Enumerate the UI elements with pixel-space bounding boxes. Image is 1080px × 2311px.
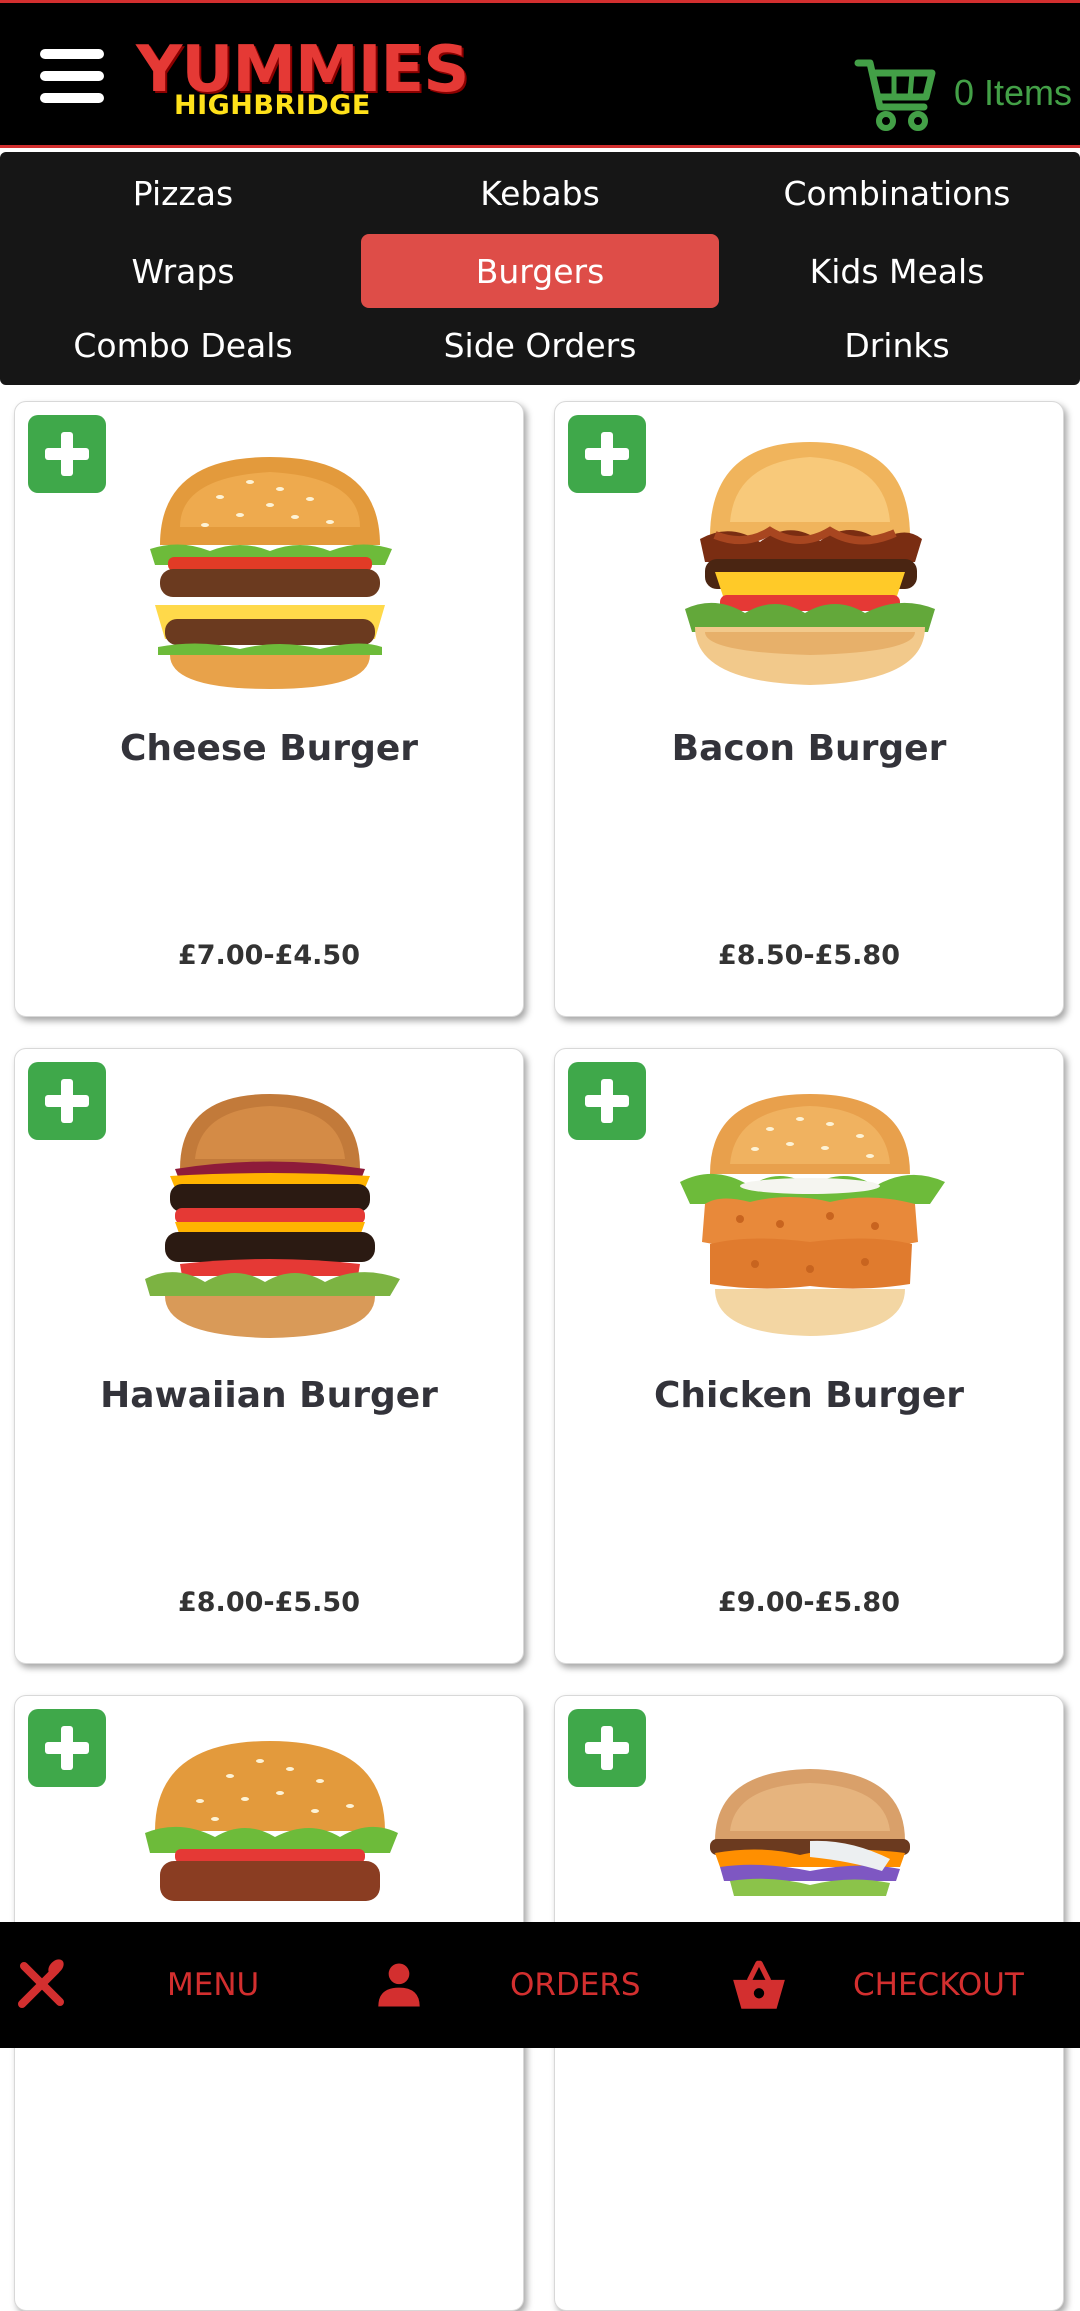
app-header: YUMMIES HIGHBRIDGE 0 Items	[0, 0, 1080, 148]
checkout-label: CHECKOUT	[853, 1967, 1024, 2003]
category-tab-wraps[interactable]: Wraps	[4, 234, 362, 308]
bottom-nav-menu-label[interactable]: MENU	[167, 1922, 259, 2048]
category-nav: Pizzas Kebabs Combinations Wraps Burgers…	[0, 152, 1080, 385]
product-price: £9.00-£5.80	[717, 1587, 900, 1618]
product-price: £8.50-£5.80	[717, 940, 900, 971]
add-to-cart-plus-icon[interactable]	[568, 415, 646, 493]
hamburger-menu-icon[interactable]	[40, 49, 104, 103]
product-card[interactable]: Hawaiian Burger £8.00-£5.50	[14, 1048, 524, 1664]
basket-icon	[733, 1960, 785, 2009]
cart-button[interactable]: 0 Items	[854, 51, 1072, 135]
person-icon	[378, 1963, 420, 2007]
logo-sub-text: HIGHBRIDGE	[174, 90, 371, 121]
hawaiian-burger-image	[145, 1094, 400, 1338]
bacon-burger-image	[685, 442, 935, 685]
category-tab-side-orders[interactable]: Side Orders	[361, 308, 719, 382]
orders-label: ORDERS	[510, 1967, 641, 2003]
product-name: Chicken Burger	[653, 1375, 965, 1416]
category-tab-pizzas[interactable]: Pizzas	[4, 156, 362, 230]
brand-logo[interactable]: YUMMIES HIGHBRIDGE	[136, 35, 469, 125]
bottom-nav-checkout[interactable]	[729, 1922, 789, 2048]
add-to-cart-plus-icon[interactable]	[28, 415, 106, 493]
bottom-nav: MENU ORDERS CHECKOUT	[0, 1922, 1080, 2048]
product-price: £8.00-£5.50	[177, 1587, 360, 1618]
category-tab-drinks[interactable]: Drinks	[718, 308, 1076, 382]
category-tab-kids-meals[interactable]: Kids Meals	[718, 234, 1076, 308]
menu-label: MENU	[167, 1967, 260, 2003]
category-tab-burgers[interactable]: Burgers	[361, 234, 719, 308]
add-to-cart-plus-icon[interactable]	[28, 1062, 106, 1140]
product-name: Hawaiian Burger	[100, 1375, 438, 1416]
add-to-cart-plus-icon[interactable]	[28, 1709, 106, 1787]
product-name: Cheese Burger	[119, 728, 419, 769]
cart-item-count: 0 Items	[953, 72, 1072, 113]
product-card[interactable]: Cheese Burger £7.00-£4.50	[14, 401, 524, 1017]
chicken-burger-image	[680, 1094, 945, 1336]
product-name: Bacon Burger	[671, 728, 947, 769]
product-price: £7.00-£4.50	[177, 940, 360, 971]
bottom-nav-menu[interactable]	[12, 1922, 70, 2048]
bottom-nav-orders-label[interactable]: ORDERS	[510, 1922, 641, 2048]
shopping-cart-icon	[854, 59, 936, 131]
category-tab-combinations[interactable]: Combinations	[718, 156, 1076, 230]
category-tab-kebabs[interactable]: Kebabs	[361, 156, 719, 230]
add-to-cart-plus-icon[interactable]	[568, 1709, 646, 1787]
add-to-cart-plus-icon[interactable]	[568, 1062, 646, 1140]
cheese-burger-image	[150, 457, 392, 689]
product-card[interactable]: Chicken Burger £9.00-£5.80	[554, 1048, 1064, 1664]
category-tab-combo-deals[interactable]: Combo Deals	[4, 308, 362, 382]
bottom-nav-orders[interactable]	[374, 1922, 424, 2048]
product-card[interactable]: Bacon Burger £8.50-£5.80	[554, 401, 1064, 1017]
fork-knife-icon	[18, 1959, 64, 2008]
bottom-nav-checkout-label[interactable]: CHECKOUT	[853, 1922, 1024, 2048]
